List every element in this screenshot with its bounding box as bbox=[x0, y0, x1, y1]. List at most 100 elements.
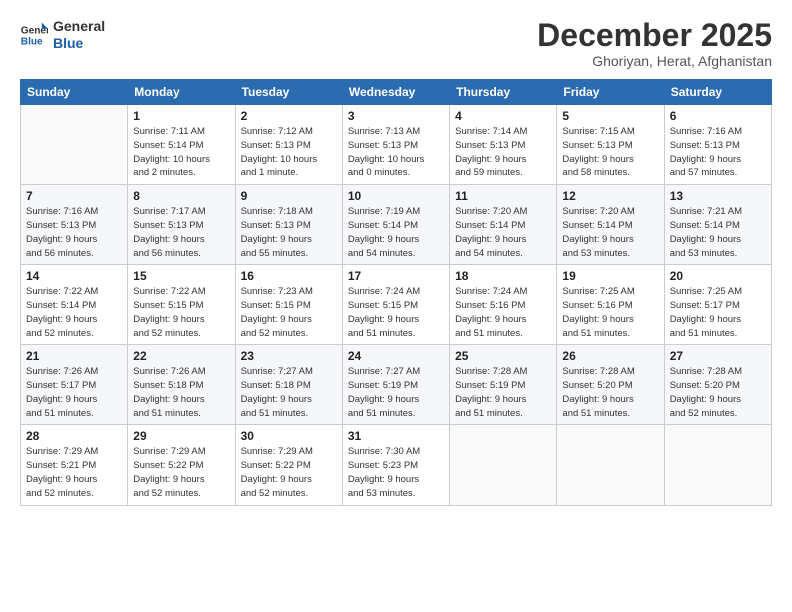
day-number: 21 bbox=[26, 349, 122, 363]
day-info: Sunrise: 7:25 AMSunset: 5:17 PMDaylight:… bbox=[670, 285, 766, 340]
calendar-week-2: 7 Sunrise: 7:16 AMSunset: 5:13 PMDaylight… bbox=[21, 185, 772, 265]
day-info: Sunrise: 7:16 AMSunset: 5:13 PMDaylight:… bbox=[670, 125, 766, 180]
day-info: Sunrise: 7:14 AMSunset: 5:13 PMDaylight:… bbox=[455, 125, 551, 180]
day-info: Sunrise: 7:22 AMSunset: 5:15 PMDaylight:… bbox=[133, 285, 229, 340]
calendar-cell: 24 Sunrise: 7:27 AMSunset: 5:19 PMDayligh… bbox=[342, 345, 449, 425]
calendar-cell: 30 Sunrise: 7:29 AMSunset: 5:22 PMDayligh… bbox=[235, 425, 342, 505]
calendar-cell: 20 Sunrise: 7:25 AMSunset: 5:17 PMDayligh… bbox=[664, 265, 771, 345]
month-title: December 2025 bbox=[537, 18, 772, 53]
day-info: Sunrise: 7:18 AMSunset: 5:13 PMDaylight:… bbox=[241, 205, 337, 260]
day-info: Sunrise: 7:27 AMSunset: 5:19 PMDaylight:… bbox=[348, 365, 444, 420]
calendar-week-4: 21 Sunrise: 7:26 AMSunset: 5:17 PMDayligh… bbox=[21, 345, 772, 425]
day-number: 23 bbox=[241, 349, 337, 363]
weekday-header-thursday: Thursday bbox=[450, 80, 557, 105]
day-info: Sunrise: 7:17 AMSunset: 5:13 PMDaylight:… bbox=[133, 205, 229, 260]
weekday-header-monday: Monday bbox=[128, 80, 235, 105]
day-number: 20 bbox=[670, 269, 766, 283]
calendar-cell bbox=[557, 425, 664, 505]
weekday-header-friday: Friday bbox=[557, 80, 664, 105]
calendar-cell: 19 Sunrise: 7:25 AMSunset: 5:16 PMDayligh… bbox=[557, 265, 664, 345]
calendar-cell: 4 Sunrise: 7:14 AMSunset: 5:13 PMDaylight… bbox=[450, 105, 557, 185]
day-number: 2 bbox=[241, 109, 337, 123]
calendar-cell: 21 Sunrise: 7:26 AMSunset: 5:17 PMDayligh… bbox=[21, 345, 128, 425]
day-info: Sunrise: 7:25 AMSunset: 5:16 PMDaylight:… bbox=[562, 285, 658, 340]
day-number: 25 bbox=[455, 349, 551, 363]
title-block: December 2025 Ghoriyan, Herat, Afghanist… bbox=[537, 18, 772, 69]
day-info: Sunrise: 7:23 AMSunset: 5:15 PMDaylight:… bbox=[241, 285, 337, 340]
day-info: Sunrise: 7:20 AMSunset: 5:14 PMDaylight:… bbox=[455, 205, 551, 260]
calendar-header-row: SundayMondayTuesdayWednesdayThursdayFrid… bbox=[21, 80, 772, 105]
weekday-header-saturday: Saturday bbox=[664, 80, 771, 105]
calendar-cell: 27 Sunrise: 7:28 AMSunset: 5:20 PMDayligh… bbox=[664, 345, 771, 425]
day-number: 12 bbox=[562, 189, 658, 203]
day-number: 3 bbox=[348, 109, 444, 123]
day-info: Sunrise: 7:15 AMSunset: 5:13 PMDaylight:… bbox=[562, 125, 658, 180]
day-number: 28 bbox=[26, 429, 122, 443]
calendar-cell: 15Sunrise: 7:22 AMSunset: 5:15 PMDayligh… bbox=[128, 265, 235, 345]
calendar-cell: 7 Sunrise: 7:16 AMSunset: 5:13 PMDaylight… bbox=[21, 185, 128, 265]
calendar-cell: 12 Sunrise: 7:20 AMSunset: 5:14 PMDayligh… bbox=[557, 185, 664, 265]
location: Ghoriyan, Herat, Afghanistan bbox=[537, 53, 772, 69]
day-number: 1 bbox=[133, 109, 229, 123]
day-number: 22 bbox=[133, 349, 229, 363]
calendar-cell: 18 Sunrise: 7:24 AMSunset: 5:16 PMDayligh… bbox=[450, 265, 557, 345]
day-number: 26 bbox=[562, 349, 658, 363]
calendar-cell bbox=[21, 105, 128, 185]
day-number: 8 bbox=[133, 189, 229, 203]
day-info: Sunrise: 7:24 AMSunset: 5:16 PMDaylight:… bbox=[455, 285, 551, 340]
day-info: Sunrise: 7:20 AMSunset: 5:14 PMDaylight:… bbox=[562, 205, 658, 260]
calendar-cell: 26 Sunrise: 7:28 AMSunset: 5:20 PMDayligh… bbox=[557, 345, 664, 425]
calendar-table: SundayMondayTuesdayWednesdayThursdayFrid… bbox=[20, 79, 772, 505]
day-info: Sunrise: 7:21 AMSunset: 5:14 PMDaylight:… bbox=[670, 205, 766, 260]
logo: General Blue General Blue bbox=[20, 18, 105, 52]
header: General Blue General Blue December 2025 … bbox=[20, 18, 772, 69]
day-number: 19 bbox=[562, 269, 658, 283]
day-number: 24 bbox=[348, 349, 444, 363]
day-info: Sunrise: 7:28 AMSunset: 5:20 PMDaylight:… bbox=[670, 365, 766, 420]
calendar-cell: 23Sunrise: 7:27 AMSunset: 5:18 PMDayligh… bbox=[235, 345, 342, 425]
calendar-cell: 13Sunrise: 7:21 AMSunset: 5:14 PMDayligh… bbox=[664, 185, 771, 265]
day-info: Sunrise: 7:19 AMSunset: 5:14 PMDaylight:… bbox=[348, 205, 444, 260]
calendar-cell: 29Sunrise: 7:29 AMSunset: 5:22 PMDayligh… bbox=[128, 425, 235, 505]
weekday-header-wednesday: Wednesday bbox=[342, 80, 449, 105]
calendar-week-1: 1 Sunrise: 7:11 AMSunset: 5:14 PMDaylight… bbox=[21, 105, 772, 185]
day-info: Sunrise: 7:22 AMSunset: 5:14 PMDaylight:… bbox=[26, 285, 122, 340]
day-number: 5 bbox=[562, 109, 658, 123]
day-info: Sunrise: 7:16 AMSunset: 5:13 PMDaylight:… bbox=[26, 205, 122, 260]
calendar-cell: 6Sunrise: 7:16 AMSunset: 5:13 PMDaylight… bbox=[664, 105, 771, 185]
day-info: Sunrise: 7:13 AMSunset: 5:13 PMDaylight:… bbox=[348, 125, 444, 180]
day-info: Sunrise: 7:30 AMSunset: 5:23 PMDaylight:… bbox=[348, 445, 444, 500]
calendar-cell: 5 Sunrise: 7:15 AMSunset: 5:13 PMDaylight… bbox=[557, 105, 664, 185]
day-number: 10 bbox=[348, 189, 444, 203]
calendar-cell: 9 Sunrise: 7:18 AMSunset: 5:13 PMDaylight… bbox=[235, 185, 342, 265]
day-number: 29 bbox=[133, 429, 229, 443]
svg-text:Blue: Blue bbox=[21, 36, 43, 47]
day-info: Sunrise: 7:11 AMSunset: 5:14 PMDaylight:… bbox=[133, 125, 229, 180]
calendar-week-5: 28 Sunrise: 7:29 AMSunset: 5:21 PMDayligh… bbox=[21, 425, 772, 505]
day-number: 7 bbox=[26, 189, 122, 203]
calendar-cell: 11 Sunrise: 7:20 AMSunset: 5:14 PMDayligh… bbox=[450, 185, 557, 265]
day-info: Sunrise: 7:26 AMSunset: 5:18 PMDaylight:… bbox=[133, 365, 229, 420]
day-number: 18 bbox=[455, 269, 551, 283]
calendar-cell: 10 Sunrise: 7:19 AMSunset: 5:14 PMDayligh… bbox=[342, 185, 449, 265]
weekday-header-tuesday: Tuesday bbox=[235, 80, 342, 105]
calendar-cell bbox=[450, 425, 557, 505]
day-number: 27 bbox=[670, 349, 766, 363]
calendar-cell bbox=[664, 425, 771, 505]
calendar-cell: 28 Sunrise: 7:29 AMSunset: 5:21 PMDayligh… bbox=[21, 425, 128, 505]
day-info: Sunrise: 7:29 AMSunset: 5:21 PMDaylight:… bbox=[26, 445, 122, 500]
day-info: Sunrise: 7:26 AMSunset: 5:17 PMDaylight:… bbox=[26, 365, 122, 420]
day-number: 30 bbox=[241, 429, 337, 443]
day-number: 11 bbox=[455, 189, 551, 203]
calendar-cell: 17Sunrise: 7:24 AMSunset: 5:15 PMDayligh… bbox=[342, 265, 449, 345]
weekday-header-sunday: Sunday bbox=[21, 80, 128, 105]
day-number: 14 bbox=[26, 269, 122, 283]
day-info: Sunrise: 7:12 AMSunset: 5:13 PMDaylight:… bbox=[241, 125, 337, 180]
calendar-cell: 16Sunrise: 7:23 AMSunset: 5:15 PMDayligh… bbox=[235, 265, 342, 345]
day-info: Sunrise: 7:29 AMSunset: 5:22 PMDaylight:… bbox=[241, 445, 337, 500]
day-number: 9 bbox=[241, 189, 337, 203]
calendar-cell: 22 Sunrise: 7:26 AMSunset: 5:18 PMDayligh… bbox=[128, 345, 235, 425]
day-info: Sunrise: 7:28 AMSunset: 5:20 PMDaylight:… bbox=[562, 365, 658, 420]
calendar-cell: 25Sunrise: 7:28 AMSunset: 5:19 PMDayligh… bbox=[450, 345, 557, 425]
day-number: 4 bbox=[455, 109, 551, 123]
